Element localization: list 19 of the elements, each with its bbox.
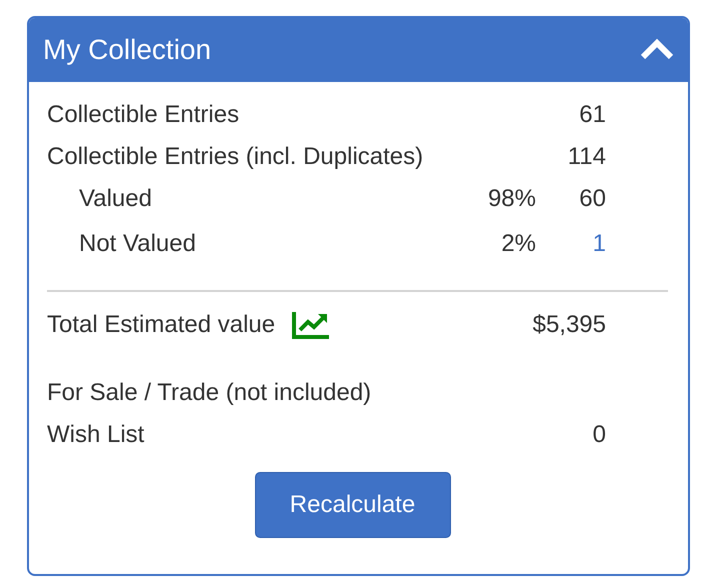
list-count: 0 xyxy=(592,420,606,450)
trend-chart-icon[interactable] xyxy=(291,310,332,340)
recalculate-button[interactable]: Recalculate xyxy=(254,472,450,538)
total-value: $5,395 xyxy=(532,310,606,340)
stat-label: Collectible Entries xyxy=(47,100,240,130)
panel-title: My Collection xyxy=(43,33,212,67)
stat-count: 60 xyxy=(578,184,606,214)
stat-count: 114 xyxy=(566,142,606,172)
stat-label: Collectible Entries (incl. Duplicates) xyxy=(47,142,424,172)
stat-count: 61 xyxy=(578,100,606,130)
count-link[interactable]: 1 xyxy=(536,226,606,262)
collapse-icon[interactable] xyxy=(640,38,674,62)
stat-percent: 98% xyxy=(488,184,536,214)
stat-label: Not Valued xyxy=(78,229,197,259)
list-label: For Sale / Trade (not included) xyxy=(47,378,372,408)
stat-percent: 2% xyxy=(500,229,536,259)
list-label: Wish List xyxy=(47,420,146,450)
stat-label: Valued xyxy=(78,184,153,214)
total-label: Total Estimated value xyxy=(47,310,276,340)
